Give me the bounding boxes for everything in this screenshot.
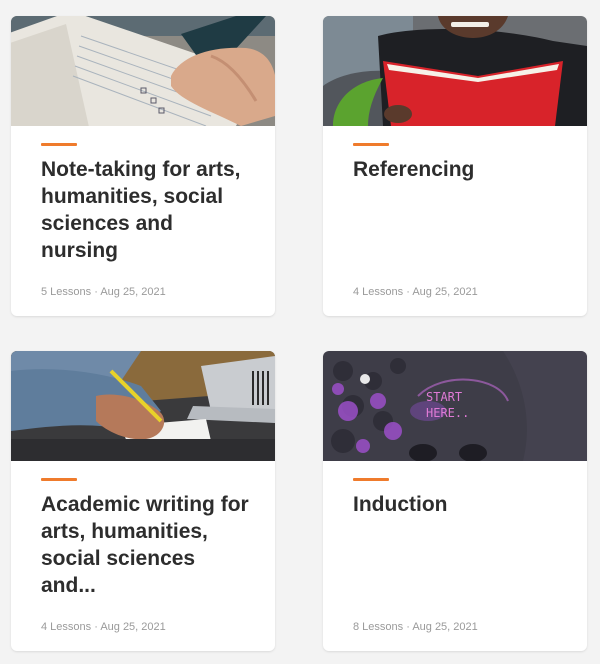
course-title[interactable]: Induction bbox=[353, 491, 565, 518]
course-card-academic-writing[interactable]: Academic writing for arts, humanities, s… bbox=[11, 351, 275, 651]
writing-at-desk-with-laptop-image bbox=[11, 351, 275, 461]
course-meta: 4 Lessons · Aug 25, 2021 bbox=[353, 286, 478, 298]
course-card-referencing[interactable]: Referencing 4 Lessons · Aug 25, 2021 bbox=[323, 16, 587, 316]
person-reading-red-book-image bbox=[323, 16, 587, 126]
course-card-note-taking[interactable]: Note-taking for arts, humanities, social… bbox=[11, 16, 275, 316]
accent-bar bbox=[41, 478, 77, 481]
hand-writing-in-notebook-image bbox=[11, 16, 275, 126]
course-thumbnail[interactable] bbox=[11, 16, 275, 126]
accent-bar bbox=[353, 143, 389, 146]
course-title[interactable]: Note-taking for arts, humanities, social… bbox=[41, 156, 253, 264]
course-card-induction[interactable]: START HERE.. Induction 8 Lessons · Aug 2… bbox=[323, 351, 587, 651]
start-here-pavement-image: START HERE.. bbox=[323, 351, 587, 461]
course-title[interactable]: Academic writing for arts, humanities, s… bbox=[41, 491, 253, 599]
accent-bar bbox=[353, 478, 389, 481]
accent-bar bbox=[41, 143, 77, 146]
course-thumbnail[interactable] bbox=[11, 351, 275, 461]
course-meta: 4 Lessons · Aug 25, 2021 bbox=[41, 621, 166, 633]
course-title[interactable]: Referencing bbox=[353, 156, 565, 183]
course-thumbnail[interactable]: START HERE.. bbox=[323, 351, 587, 461]
svg-text:HERE..: HERE.. bbox=[426, 406, 469, 420]
course-thumbnail[interactable] bbox=[323, 16, 587, 126]
course-meta: 5 Lessons · Aug 25, 2021 bbox=[41, 286, 166, 298]
course-grid: Note-taking for arts, humanities, social… bbox=[0, 0, 600, 664]
course-meta: 8 Lessons · Aug 25, 2021 bbox=[353, 621, 478, 633]
svg-text:START: START bbox=[426, 390, 462, 404]
